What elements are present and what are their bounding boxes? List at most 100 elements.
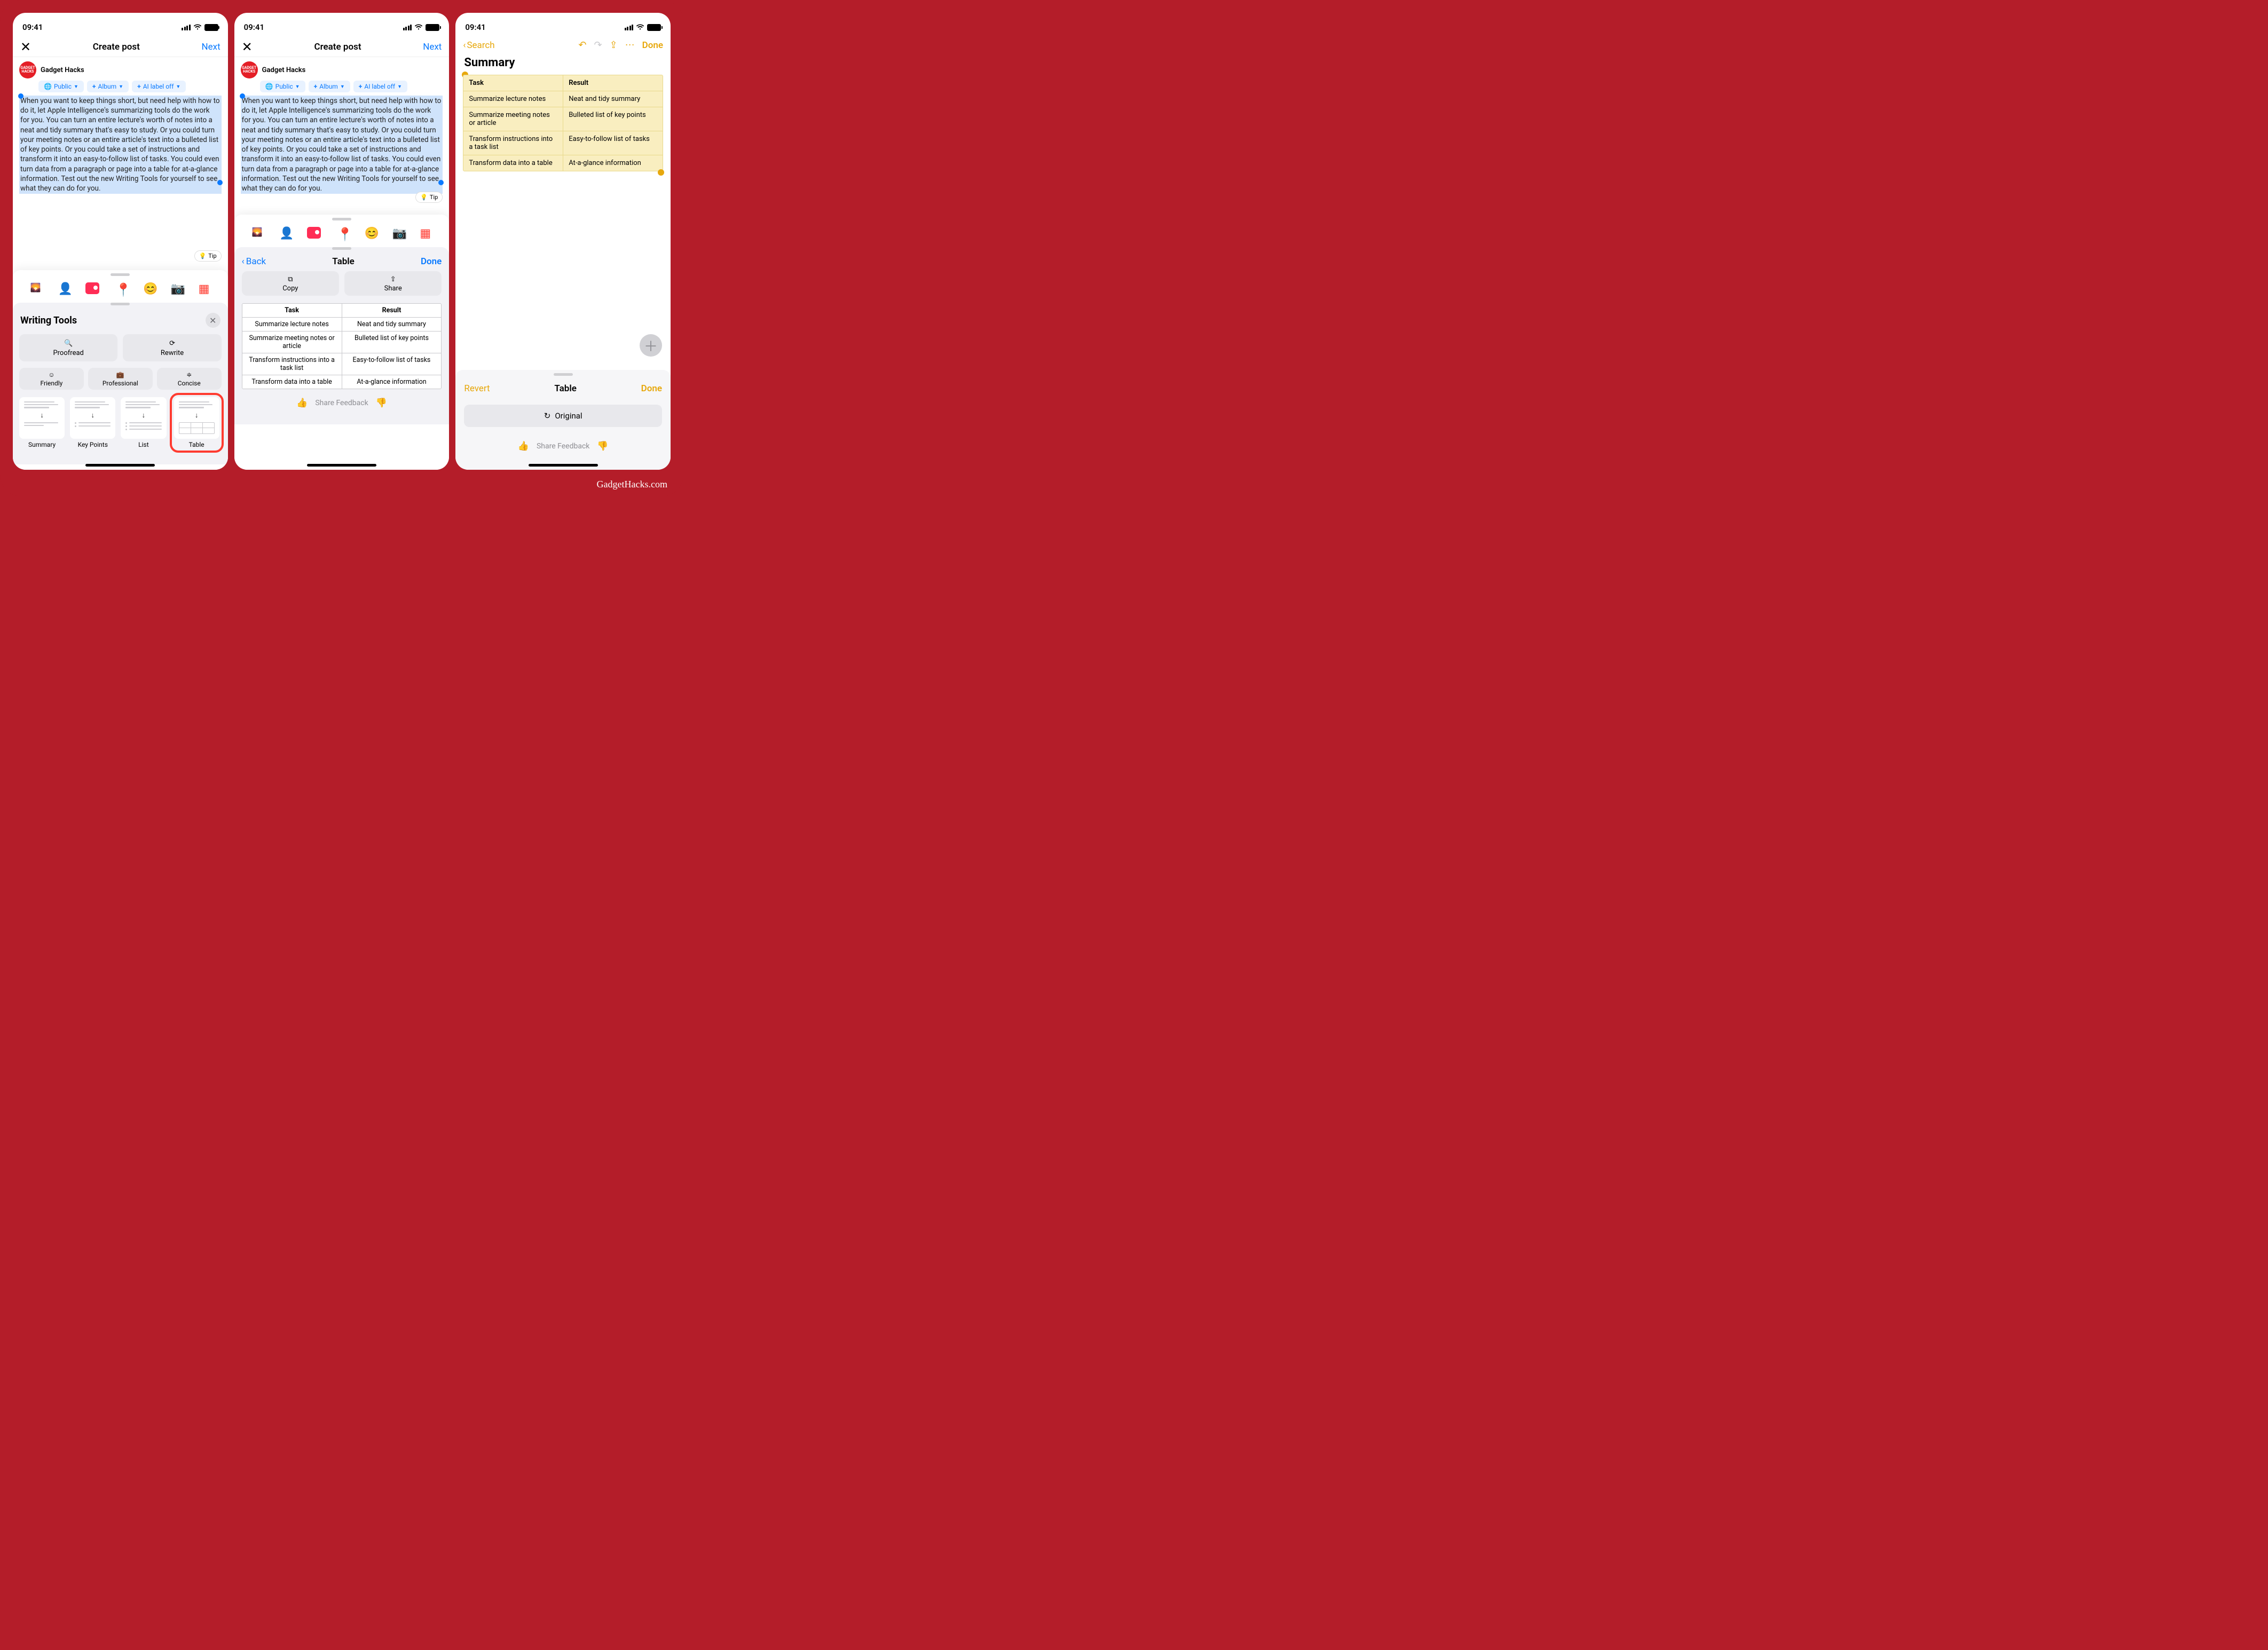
original-button[interactable]: ↻Original [464,405,662,427]
selection-handle-start[interactable] [18,93,23,99]
selection-handle-end[interactable] [438,180,444,185]
nav-bar: ✕ Create post Next [234,36,450,57]
tag-person-icon[interactable]: 👤 [279,227,291,239]
add-button[interactable]: ＋ [640,334,662,357]
done-button[interactable]: Done [641,383,662,394]
camera-icon[interactable]: 📷 [171,282,183,294]
grabber-inner[interactable] [332,247,351,250]
table-option-highlighted[interactable]: ↓ Table [170,393,224,453]
more-icon[interactable]: ▦ [199,282,210,294]
thumbs-up-icon[interactable]: 👍 [518,441,529,452]
feeling-icon[interactable]: 😊 [365,227,376,239]
proofread-button[interactable]: 🔍Proofread [19,334,117,361]
location-icon[interactable]: 📍 [115,282,127,294]
selection-handle-start[interactable] [240,93,245,99]
done-button[interactable]: Done [421,256,442,267]
thumbs-up-icon[interactable]: 👍 [296,398,308,408]
status-time: 09:41 [244,22,264,32]
back-search-button[interactable]: ‹ Search [463,40,494,51]
location-icon[interactable]: 📍 [337,227,349,239]
status-time: 09:41 [22,22,43,32]
share-icon[interactable]: ⇪ [610,40,618,51]
next-button[interactable]: Next [202,42,220,52]
next-button[interactable]: Next [423,42,442,52]
ai-label-pill[interactable]: + AI label off ▼ [132,81,186,92]
close-icon[interactable]: ✕ [20,41,31,53]
avatar[interactable]: GADGETHACKS [241,61,258,78]
status-time: 09:41 [465,22,485,32]
back-button[interactable]: ‹ Back [242,256,266,267]
more-icon[interactable]: ⋯ [625,40,635,51]
tag-person-icon[interactable]: 👤 [58,282,70,294]
post-text[interactable]: When you want to keep things short, but … [241,96,443,194]
attachment-strip: 🌄 👤 📍 😊 📷 ▦ [13,278,228,299]
close-sheet-button[interactable]: ✕ [206,313,220,328]
live-icon[interactable] [85,282,99,294]
selection-handle-end[interactable] [217,180,223,185]
avatar[interactable]: GADGETHACKS [19,61,36,78]
concise-icon: ≑ [186,371,192,378]
battery-icon [204,24,218,31]
album-pill[interactable]: + Album ▼ [309,81,350,92]
magnifier-icon: 🔍 [64,340,73,348]
list-option[interactable]: ↓ List [121,397,166,451]
smile-icon: ☺ [48,371,54,378]
share-feedback-link[interactable]: Share Feedback [537,442,589,451]
table-cell: Summarize lecture notes [463,91,563,107]
author-name: Gadget Hacks [41,66,84,74]
post-text[interactable]: When you want to keep things short, but … [19,96,222,194]
grabber[interactable] [332,218,351,220]
visibility-pill[interactable]: 🌐 Public ▼ [38,81,84,92]
notes-table[interactable]: TaskResult Summarize lecture notesNeat a… [463,75,663,171]
done-button[interactable]: Done [642,40,663,51]
feeling-icon[interactable]: 😊 [143,282,155,294]
tip-button[interactable]: 💡 Tip [415,192,443,203]
undo-icon[interactable]: ↶ [578,40,586,51]
camera-icon[interactable]: 📷 [392,227,404,239]
writing-tools-title: Writing Tools [20,315,77,326]
post-editor[interactable]: When you want to keep things short, but … [234,96,450,194]
thumbs-down-icon[interactable]: 👎 [597,441,608,452]
ai-label-pill[interactable]: + AI label off ▼ [353,81,407,92]
table-header: Task [463,75,563,91]
visibility-pill[interactable]: 🌐 Public ▼ [260,81,305,92]
nav-bar: ✕ Create post Next [13,36,228,57]
rewrite-button[interactable]: ⟳Rewrite [123,334,221,361]
table-cell: Transform data into a table [463,155,563,171]
copy-button[interactable]: ⧉Copy [242,271,339,296]
briefcase-icon: 💼 [116,371,124,378]
friendly-button[interactable]: ☺Friendly [19,368,84,390]
home-indicator[interactable] [529,464,598,467]
close-icon[interactable]: ✕ [242,41,253,53]
table-cell: Transform instructions into a task list [463,131,563,155]
table-header: Result [342,304,442,317]
summary-option[interactable]: ↓ Summary [19,397,65,451]
home-indicator[interactable] [307,464,376,467]
selection-handle-end[interactable] [658,169,664,176]
sheet: 🌄 👤 📍 😊 📷 ▦ ‹ Back Table Done ⧉Copy ⇪Sha… [234,215,450,470]
wifi-icon [414,24,423,30]
note-title[interactable]: Summary [455,53,671,75]
watermark: GadgetHacks.com [597,479,667,490]
professional-button[interactable]: 💼Professional [88,368,153,390]
concise-button[interactable]: ≑Concise [157,368,222,390]
revert-button[interactable]: Revert [464,383,490,394]
album-pill[interactable]: + Album ▼ [87,81,129,92]
table-cell: Bulleted list of key points [342,331,442,353]
tip-button[interactable]: 💡 Tip [194,250,222,262]
grabber[interactable] [111,273,130,276]
post-editor[interactable]: When you want to keep things short, but … [13,96,228,194]
writing-tools-sheet: Writing Tools ✕ 🔍Proofread ⟳Rewrite ☺Fri… [13,303,228,464]
share-feedback-link[interactable]: Share Feedback [315,399,368,407]
home-indicator[interactable] [85,464,155,467]
live-icon[interactable] [307,227,321,239]
photo-icon[interactable]: 🌄 [252,227,264,239]
table-cell: Summarize lecture notes [242,318,342,331]
thumbs-down-icon[interactable]: 👎 [376,398,387,408]
grabber-inner[interactable] [111,303,130,305]
keypoints-option[interactable]: ↓ Key Points [70,397,115,451]
grabber[interactable] [554,373,573,376]
photo-icon[interactable]: 🌄 [30,282,42,294]
share-button[interactable]: ⇪Share [344,271,442,296]
more-icon[interactable]: ▦ [420,227,431,239]
